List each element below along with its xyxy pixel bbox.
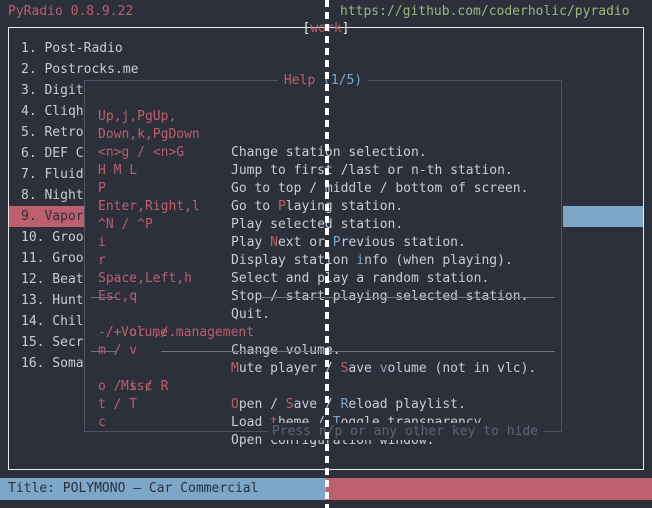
help-hint: Press n/p or any other key to hide bbox=[266, 423, 543, 440]
help-row: Up,j,PgUp, bbox=[85, 90, 561, 124]
help-section-misc: Misc bbox=[85, 342, 561, 394]
help-body: Up,j,PgUp, Down,k,PgDown Change station … bbox=[85, 90, 561, 448]
help-row: <n>g / <n>G Jump to first /last or n-th … bbox=[85, 126, 561, 178]
help-key: c bbox=[98, 415, 106, 430]
help-row: H M L Go to top / middle / bottom of scr… bbox=[85, 144, 561, 196]
help-row: Space,Left,h Stop / start playing select… bbox=[85, 252, 561, 304]
help-row: Esc,q Quit. bbox=[85, 270, 561, 322]
bracket-close: ] bbox=[341, 21, 350, 36]
section-rule-right bbox=[261, 297, 555, 298]
status-title: Title: POLYMONO — Car Commercial bbox=[0, 478, 326, 500]
selection-highlight-extension bbox=[563, 206, 643, 227]
project-url: https://github.com/coderholic/pyradio bbox=[340, 4, 630, 19]
help-window-title: Help (1/5) bbox=[85, 72, 561, 89]
app-title: PyRadio 0.8.9.22 bbox=[8, 4, 134, 19]
help-window: Help (1/5) Up,j,PgUp, Down,k,PgDown Chan… bbox=[84, 73, 562, 448]
help-row: ^N / ^P Play Next or Previous station. bbox=[85, 198, 561, 250]
section-rule-right bbox=[161, 351, 555, 352]
station-row[interactable]: 1. Post-Radio bbox=[9, 38, 636, 59]
help-title-label: Help bbox=[283, 73, 323, 88]
station-row-selected[interactable]: 9. Vapor bbox=[9, 206, 95, 227]
help-row: -/+ or ,/. Change volume. bbox=[85, 306, 561, 358]
vertical-dashed-guide bbox=[325, 0, 329, 508]
help-row: Down,k,PgDown Change station selection. bbox=[85, 108, 561, 160]
section-rule-left bbox=[91, 297, 117, 298]
help-row: t / T Load theme / Toggle transparency. bbox=[85, 378, 561, 430]
help-row: P Go to Playing station. bbox=[85, 162, 561, 214]
help-row: o / s / R Open / Save / Reload playlist. bbox=[85, 360, 561, 412]
status-right-region bbox=[326, 478, 652, 500]
terminal-screen: PyRadio 0.8.9.22 https://github.com/code… bbox=[0, 0, 652, 508]
help-section-volume: Volume management bbox=[85, 288, 561, 340]
help-desc-part: Load bbox=[231, 415, 271, 430]
help-row: r Select and play a random station. bbox=[85, 234, 561, 286]
help-row: i Display station info (when playing). bbox=[85, 216, 561, 268]
help-row: c Open Configuration window. bbox=[85, 396, 561, 448]
section-rule-left bbox=[91, 351, 117, 352]
help-row: m / v Mute player / Save volume (not in … bbox=[85, 324, 561, 376]
help-row: Enter,Right,l Play selected station. bbox=[85, 180, 561, 232]
